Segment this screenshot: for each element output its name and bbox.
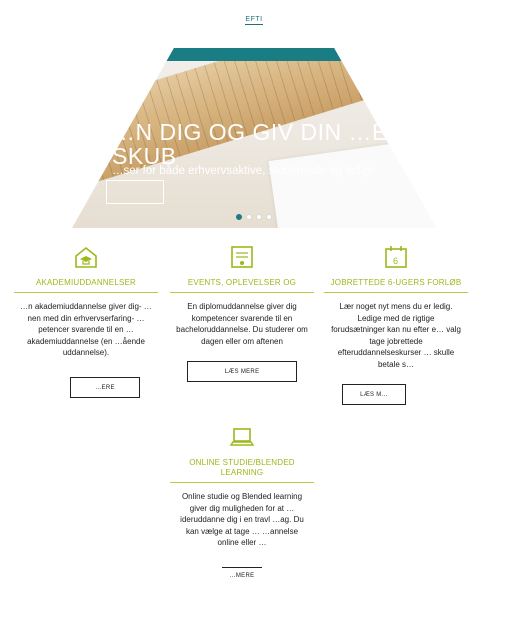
carousel-dot[interactable] [246,214,252,220]
hero-button[interactable] [106,180,164,204]
top-nav: EFTI [0,16,508,25]
carousel-dots [72,214,436,220]
nav-link[interactable]: EFTI [245,16,263,25]
read-more-button[interactable]: LÆS M… [342,384,406,405]
card-text: Lær noget nyt mens du er ledig. Ledige m… [331,302,461,369]
graduation-cap-house-icon [73,244,99,270]
read-more-button[interactable]: LÆS MERE [187,361,297,382]
hero-title: …N DIG OG GIV DIN …ET SKUB [112,119,402,169]
certificate-icon [229,244,255,270]
calendar-6-icon: 6 [383,244,409,270]
card-akademi: AKADEMIUDDANNELSER …n akademiuddannelse … [14,244,158,398]
carousel-dot[interactable] [256,214,262,220]
card-text: …n akademiuddannelse giver dig- …nen med… [20,302,152,357]
laptop-icon [229,424,255,450]
card-title: AKADEMIUDDANNELSER [14,278,158,293]
card-title: EVENTS, OPLEVELSER OG [170,278,314,293]
card-text: En diplomuddannelse giver dig kompetence… [176,302,308,346]
carousel-dot[interactable] [236,214,242,220]
read-more-button[interactable]: …MERE [222,566,262,583]
card-title: ONLINE STUDIE/BLENDED LEARNING [170,458,314,483]
hero-subtitle: …ser for både erhvervsaktive, studerende… [112,165,377,177]
carousel-dot[interactable] [266,214,272,220]
card-events: EVENTS, OPLEVELSER OG En diplomuddannels… [170,244,314,382]
card-jobrettede: 6 JOBRETTEDE 6-UGERS FORLØB Lær noget ny… [324,244,468,405]
read-more-button[interactable]: …ERE [70,376,140,398]
hero-accent-bar [72,48,436,61]
card-online: ONLINE STUDIE/BLENDED LEARNING Online st… [170,424,314,583]
card-title: JOBRETTEDE 6-UGERS FORLØB [324,278,468,293]
hero-carousel[interactable]: …N DIG OG GIV DIN …ET SKUB …ser for både… [72,48,436,228]
card-text: Online studie og Blended learning giver … [180,492,304,547]
svg-text:6: 6 [393,256,398,266]
